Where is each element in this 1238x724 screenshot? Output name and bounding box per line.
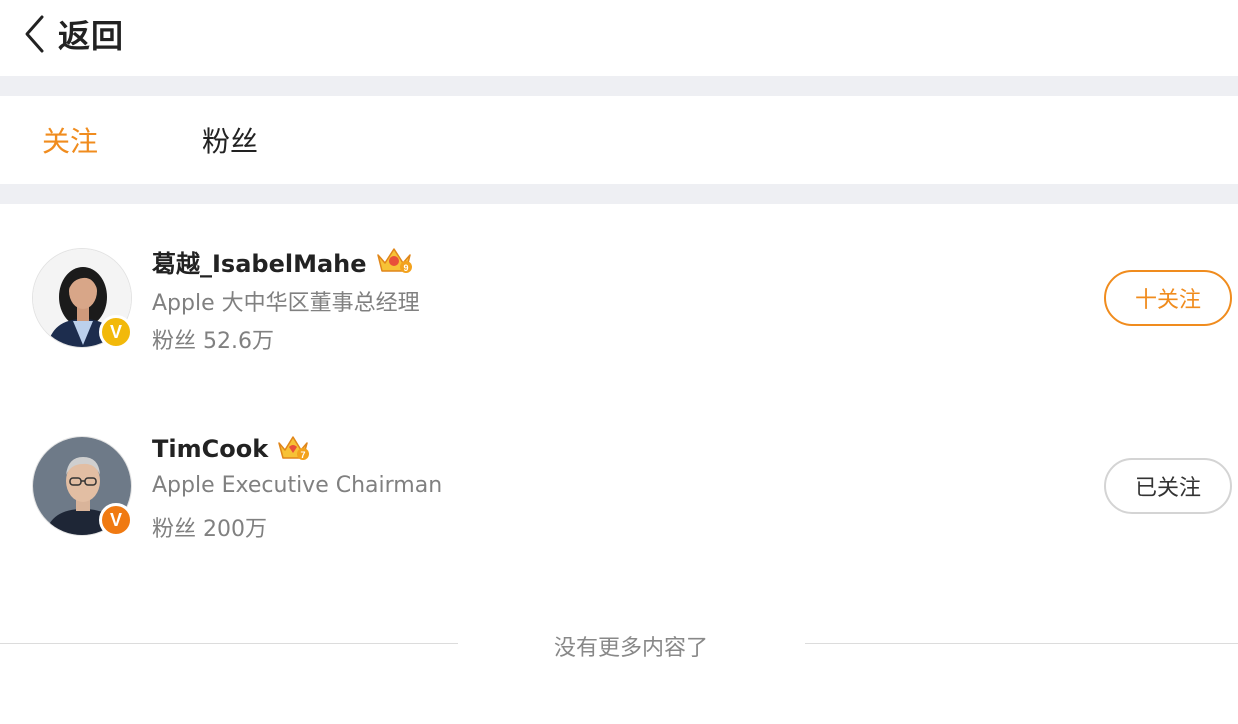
user-name[interactable]: TimCook [152, 435, 268, 463]
fans-count: 粉丝 200万 [152, 517, 267, 542]
user-name-line: TimCook 7 [152, 432, 310, 466]
followed-button[interactable]: 已关注 [1104, 458, 1232, 514]
follow-button[interactable]: 十关注 [1104, 270, 1232, 326]
fans-count: 粉丝 52.6万 [152, 329, 274, 354]
section-divider [0, 76, 1238, 96]
verified-badge-icon: V [99, 503, 133, 537]
back-button[interactable]: 返回 [22, 12, 124, 56]
back-label: 返回 [58, 17, 125, 55]
crown-level: 9 [403, 263, 408, 273]
verified-badge-icon: V [99, 315, 133, 349]
no-more-text: 没有更多内容了 [553, 636, 708, 661]
list-item[interactable]: V 葛越_IsabelMahe 9 Apple 大中华区董事总经理 粉丝 52.… [0, 234, 1238, 364]
list-end: 没有更多内容了 [0, 628, 1238, 661]
top-bar: 返回 [0, 0, 1238, 76]
chevron-left-icon [22, 14, 46, 54]
tab-bar: 关注 粉丝 [0, 96, 1238, 184]
user-description: Apple Executive Chairman [152, 473, 443, 498]
crown-level: 7 [301, 450, 306, 460]
user-description: Apple 大中华区董事总经理 [152, 291, 420, 316]
tab-fans[interactable]: 粉丝 [202, 120, 258, 160]
user-name[interactable]: 葛越_IsabelMahe [152, 244, 367, 279]
section-divider [0, 184, 1238, 204]
crown-icon: 7 [276, 432, 310, 466]
crown-icon: 9 [375, 245, 413, 279]
tab-following[interactable]: 关注 [42, 120, 98, 160]
list-item[interactable]: V TimCook 7 Apple Executive Chairman 粉丝 … [0, 422, 1238, 552]
user-name-line: 葛越_IsabelMahe 9 [152, 244, 413, 279]
